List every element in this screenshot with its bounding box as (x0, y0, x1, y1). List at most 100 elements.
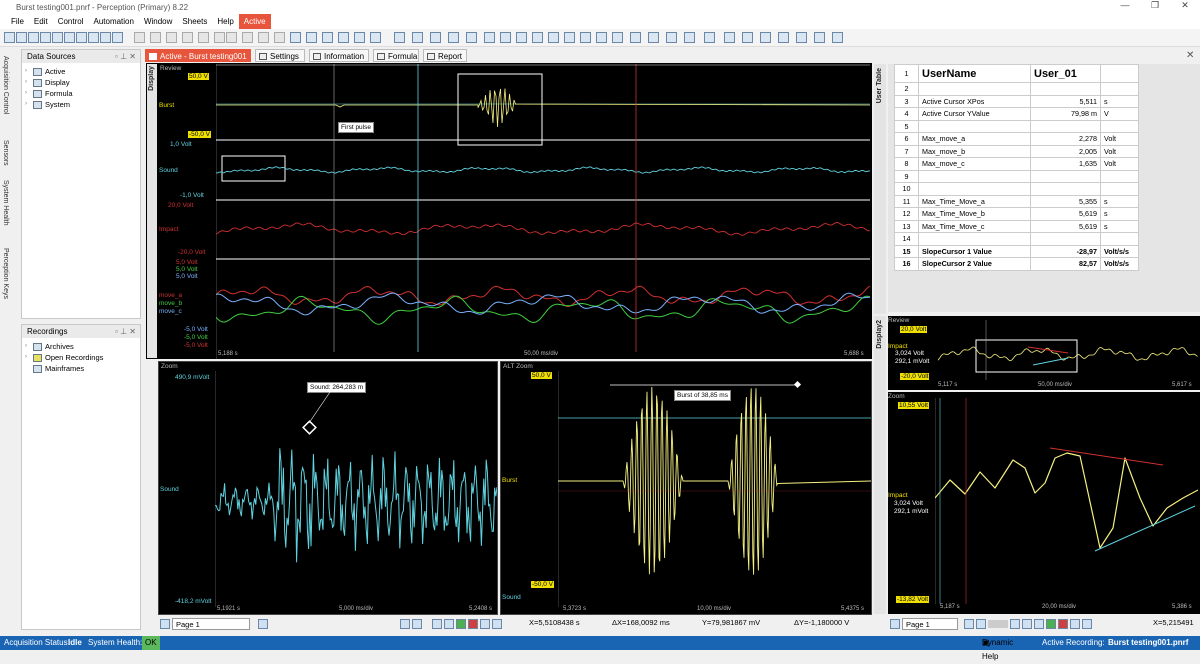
cell-value[interactable] (1030, 169, 1101, 183)
expand-icon[interactable]: › (25, 66, 31, 77)
toolbar-button-icon[interactable] (516, 32, 527, 43)
cell-unit[interactable]: Volt (1100, 132, 1139, 146)
toolbar-button-icon[interactable] (796, 32, 807, 43)
cell-name[interactable] (918, 119, 1031, 133)
menu-active[interactable]: Active (238, 14, 271, 29)
first-icon[interactable] (432, 619, 442, 629)
row-number[interactable]: 16 (894, 257, 919, 271)
row-number[interactable]: 9 (894, 169, 919, 183)
cell-unit[interactable]: Volt/s/s (1100, 257, 1139, 271)
close-sheet-icon[interactable]: ✕ (1186, 50, 1194, 61)
toolbar-button-icon[interactable] (832, 32, 843, 43)
cell-value[interactable]: 1,635 (1030, 157, 1101, 171)
toolbar-button-icon[interactable] (198, 32, 209, 43)
cell-value[interactable]: 5,619 (1030, 219, 1101, 233)
cell-unit[interactable] (1100, 232, 1139, 246)
toolbar-button-icon[interactable] (338, 32, 349, 43)
menu-sheets[interactable]: Sheets (177, 14, 212, 29)
toolbar-button-icon[interactable] (580, 32, 591, 43)
cell-value[interactable] (1030, 119, 1101, 133)
toolbar-button-icon[interactable] (724, 32, 735, 43)
expand-icon[interactable]: › (25, 99, 31, 110)
toolbar-button-icon[interactable] (134, 32, 145, 43)
row-number[interactable]: 8 (894, 157, 919, 171)
toolbar-button-icon[interactable] (484, 32, 495, 43)
row-number[interactable]: 10 (894, 182, 919, 196)
row-number[interactable]: 4 (894, 107, 919, 121)
menu-window[interactable]: Window (139, 14, 177, 29)
toolbar-button-icon[interactable] (322, 32, 333, 43)
zoom-in-icon[interactable] (976, 619, 986, 629)
cell-name[interactable]: Max_Time_Move_a (918, 194, 1031, 208)
tab-perception-keys[interactable]: Perception Keys (2, 248, 9, 299)
close-icon[interactable]: ✕ (1170, 0, 1200, 11)
cell-name[interactable] (918, 182, 1031, 196)
cell-value[interactable]: 79,98 m (1030, 107, 1101, 121)
toolbar-button-icon[interactable] (532, 32, 543, 43)
tree-item-archives[interactable]: › Archives (25, 341, 140, 352)
toolbar-button-icon[interactable] (258, 32, 269, 43)
row-number[interactable]: 15 (894, 244, 919, 258)
panel-controls-icon[interactable]: ▫ ⊥ ✕ (115, 325, 136, 338)
next-icon[interactable] (480, 619, 490, 629)
toolbar-button-icon[interactable] (370, 32, 381, 43)
toolbar-button-icon[interactable] (648, 32, 659, 43)
cell-value[interactable]: 2,278 (1030, 132, 1101, 146)
toolbar-button-icon[interactable] (612, 32, 623, 43)
cell-unit[interactable]: Volt/s/s (1100, 244, 1139, 258)
zoom-out-icon[interactable] (412, 619, 422, 629)
cell-value[interactable]: 5,619 (1030, 207, 1101, 221)
stop-icon[interactable] (1058, 619, 1068, 629)
row-number[interactable]: 2 (894, 82, 919, 96)
restore-icon[interactable]: ❐ (1140, 0, 1170, 11)
minimize-icon[interactable]: — (1110, 0, 1140, 11)
row-number[interactable]: 12 (894, 207, 919, 221)
toolbar-button-icon[interactable] (290, 32, 301, 43)
toolbar-button-icon[interactable] (52, 32, 63, 43)
cell-unit[interactable]: s (1100, 207, 1139, 221)
row-number[interactable]: 3 (894, 94, 919, 108)
toolbar-button-icon[interactable] (166, 32, 177, 43)
page-selector[interactable]: Page 1 (172, 618, 250, 630)
cell-unit[interactable]: s (1100, 219, 1139, 233)
cell-name[interactable]: Active Cursor YValue (918, 107, 1031, 121)
last-icon[interactable] (1082, 619, 1092, 629)
zoom-out-icon[interactable] (1010, 619, 1020, 629)
toolbar-button-icon[interactable] (548, 32, 559, 43)
expand-icon[interactable]: › (25, 77, 31, 88)
tree-item-open-recordings[interactable]: › Open Recordings (25, 352, 140, 363)
toolbar-button-icon[interactable] (274, 32, 285, 43)
toolbar-button-icon[interactable] (684, 32, 695, 43)
tab-report[interactable]: Report (423, 49, 467, 62)
last-icon[interactable] (492, 619, 502, 629)
cell-value[interactable]: 82,57 (1030, 257, 1101, 271)
cell-name[interactable]: Max_move_b (918, 144, 1031, 158)
cell-unit[interactable] (1100, 119, 1139, 133)
tree-item-system[interactable]: › System (25, 99, 140, 110)
tab-settings[interactable]: Settings (255, 49, 305, 62)
toolbar-button-icon[interactable] (354, 32, 365, 43)
toolbar-button-icon[interactable] (242, 32, 253, 43)
cell-name[interactable]: SlopeCursor 1 Value (918, 244, 1031, 258)
toolbar-button-icon[interactable] (100, 32, 111, 43)
cell-value[interactable] (1030, 182, 1101, 196)
toolbar-button-icon[interactable] (16, 32, 27, 43)
toolbar-button-icon[interactable] (306, 32, 317, 43)
zoom-in-icon[interactable] (400, 619, 410, 629)
toolbar-button-icon[interactable] (88, 32, 99, 43)
tab-information[interactable]: Information (309, 49, 369, 62)
cell-unit[interactable]: Volt (1100, 157, 1139, 171)
cell-name[interactable]: SlopeCursor 2 Value (918, 257, 1031, 271)
cell-name[interactable]: Max_Time_Move_c (918, 219, 1031, 233)
toolbar-button-icon[interactable] (76, 32, 87, 43)
prev-icon[interactable] (1034, 619, 1044, 629)
expand-icon[interactable]: › (25, 352, 31, 363)
toolbar-button-icon[interactable] (666, 32, 677, 43)
row-number[interactable]: 14 (894, 232, 919, 246)
toolbar-button-icon[interactable] (630, 32, 641, 43)
toolbar-button-icon[interactable] (760, 32, 771, 43)
toolbar-button-icon[interactable] (778, 32, 789, 43)
tab-system-health[interactable]: System Health (2, 180, 9, 226)
toolbar-button-icon[interactable] (226, 32, 237, 43)
cell-unit[interactable] (1100, 182, 1139, 196)
